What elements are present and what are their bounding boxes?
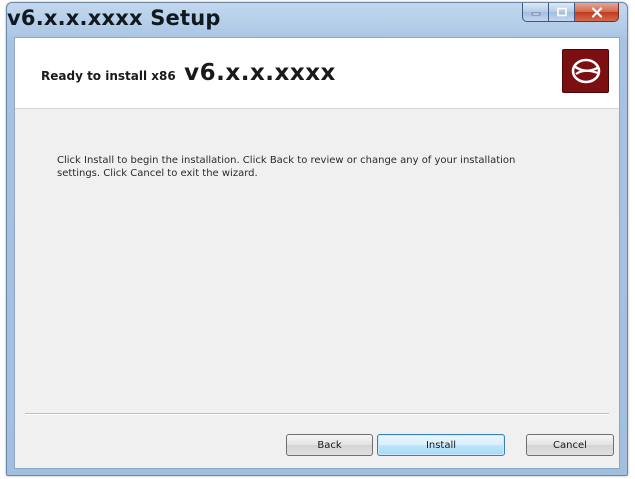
window-title: v6.x.x.xxxx Setup xyxy=(7,6,221,30)
banner-title: Ready to install x86 xyxy=(41,69,176,83)
wizard-banner: Ready to install x86 v6.x.x.xxxx xyxy=(15,38,619,109)
title-bar[interactable]: v6.x.x.xxxx Setup xyxy=(7,3,627,37)
instructions-text: Click Install to begin the installation.… xyxy=(57,155,516,179)
footer-divider xyxy=(25,413,609,415)
minimize-icon xyxy=(531,12,540,16)
minimize-button[interactable] xyxy=(522,3,549,22)
close-icon xyxy=(591,6,602,18)
caption-buttons xyxy=(522,3,619,23)
close-button[interactable] xyxy=(575,3,619,22)
banner-heading: Ready to install x86 v6.x.x.xxxx xyxy=(41,60,336,86)
setup-window: v6.x.x.xxxx Setup Ready to install x86 v… xyxy=(6,2,628,476)
banner-version: v6.x.x.xxxx xyxy=(184,60,336,86)
maximize-icon xyxy=(556,7,567,17)
logo-emblem xyxy=(571,58,600,84)
maximize-button[interactable] xyxy=(549,3,575,22)
cancel-button[interactable]: Cancel xyxy=(526,434,614,456)
brand-logo-icon xyxy=(562,49,609,93)
back-button[interactable]: Back xyxy=(286,434,373,456)
install-button[interactable]: Install xyxy=(377,434,505,456)
wizard-client-area: Ready to install x86 v6.x.x.xxxx Click I… xyxy=(14,37,620,469)
